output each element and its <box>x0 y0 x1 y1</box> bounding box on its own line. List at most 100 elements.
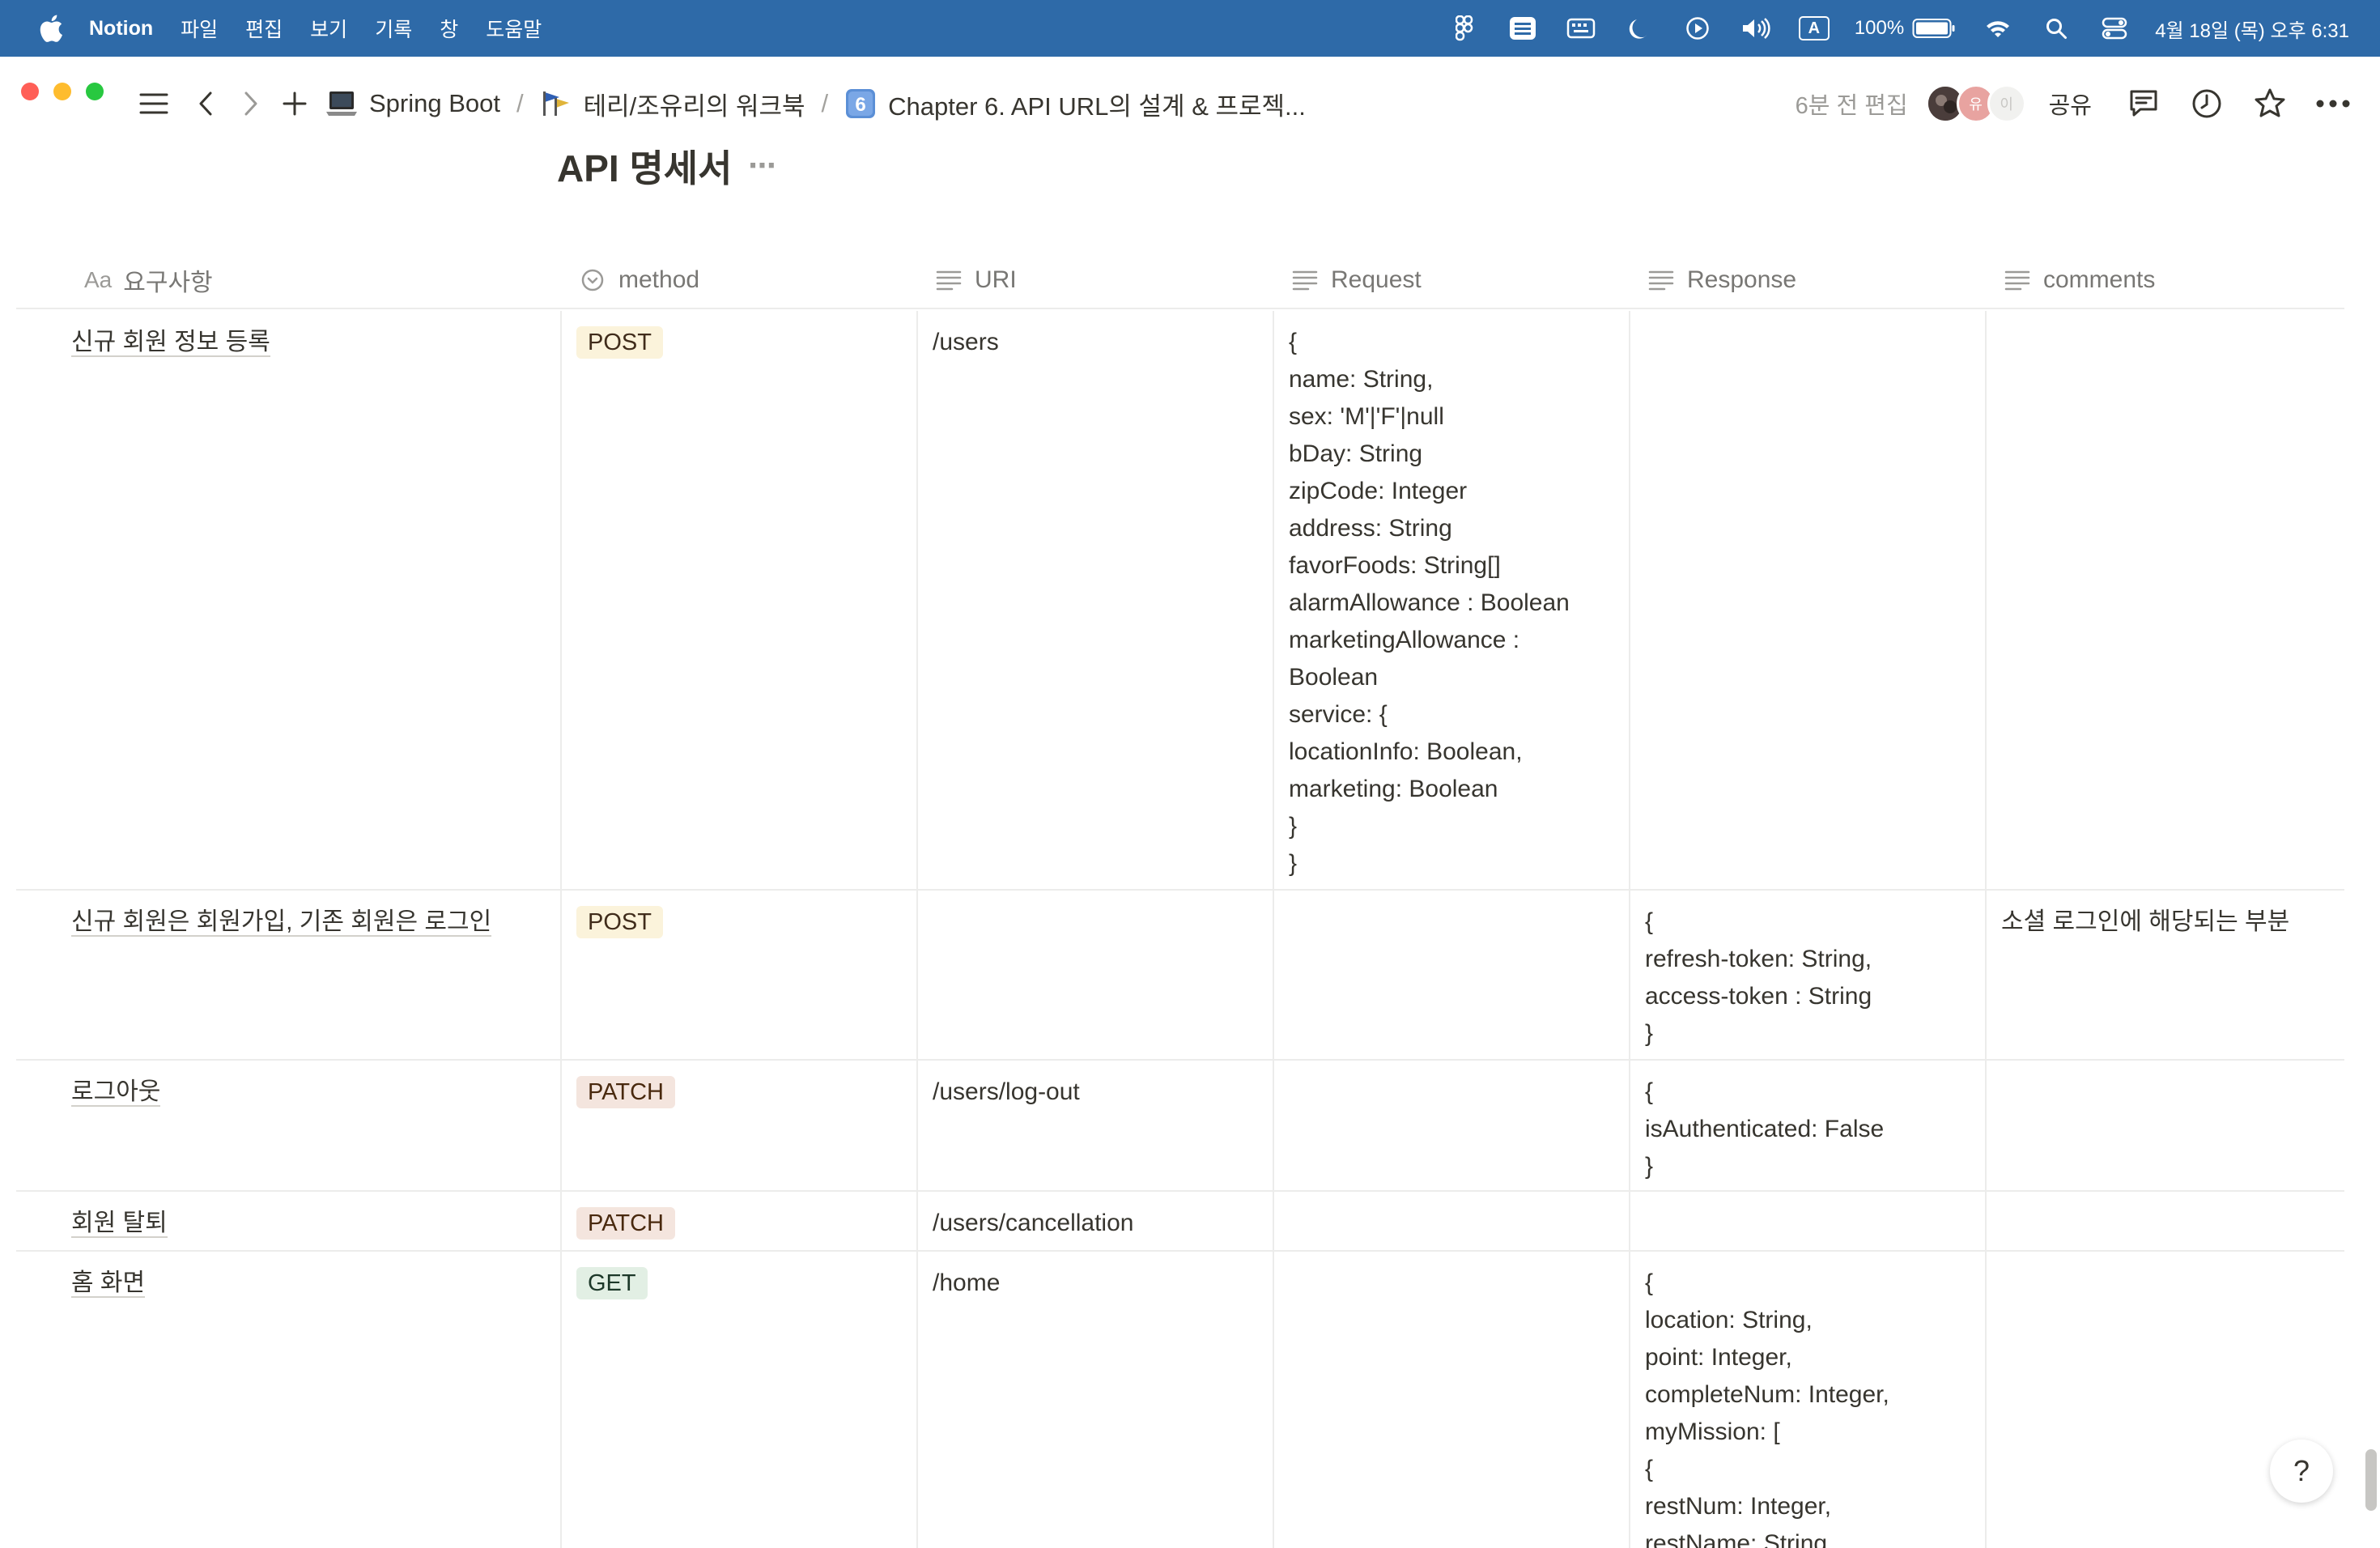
menu-edit[interactable]: 편집 <box>245 14 283 43</box>
cell-request[interactable] <box>1274 891 1630 1059</box>
row-title: 홈 화면 <box>71 1269 146 1298</box>
cell-comments[interactable]: 소셜 로그인에 해당되는 부분 <box>1987 891 2344 1059</box>
menu-view[interactable]: 보기 <box>310 14 347 43</box>
breadcrumb-item-chapter6[interactable]: 6 Chapter 6. API URL의 설계 & 프로젝... <box>844 86 1306 122</box>
breadcrumb-separator: / <box>821 89 829 117</box>
battery-icon[interactable] <box>1912 12 1956 45</box>
cell-response[interactable]: { isAuthenticated: False } <box>1630 1061 1987 1190</box>
last-edited-text[interactable]: 6분 전 편집 <box>1796 87 1908 121</box>
play-icon[interactable] <box>1681 12 1714 45</box>
column-header-requirement[interactable]: Aa 요구사항 <box>16 251 562 309</box>
cell-uri[interactable]: /users/log-out <box>918 1061 1274 1190</box>
column-header-request[interactable]: Request <box>1274 251 1630 309</box>
moon-icon[interactable] <box>1623 12 1655 45</box>
column-label: method <box>618 266 700 293</box>
request-line: bDay: String <box>1289 440 1423 467</box>
database-more-icon[interactable]: ⋯ <box>748 150 776 182</box>
cell-uri[interactable]: /home <box>918 1252 1274 1548</box>
help-button[interactable]: ? <box>2270 1440 2333 1503</box>
cell-method[interactable]: GET <box>562 1252 918 1548</box>
more-options-icon[interactable] <box>2314 84 2352 123</box>
text-property-icon <box>1647 266 1676 295</box>
method-tag: POST <box>576 906 663 938</box>
cell-request[interactable] <box>1274 1192 1630 1250</box>
request-line: zipCode: Integer <box>1289 478 1468 504</box>
forward-arrow-icon[interactable] <box>232 84 270 123</box>
figma-icon[interactable] <box>1448 12 1481 45</box>
menu-history[interactable]: 기록 <box>375 14 412 43</box>
breadcrumb-item-spring-boot[interactable]: Spring Boot <box>325 87 500 120</box>
response-line: access-token : String <box>1645 983 1872 1010</box>
cell-method[interactable]: POST <box>562 311 918 889</box>
cell-requirement[interactable]: 신규 회원은 회원가입, 기존 회원은 로그인 <box>16 891 562 1059</box>
table-row[interactable]: 신규 회원은 회원가입, 기존 회원은 로그인 POST { refresh-t… <box>16 891 2344 1061</box>
cell-response[interactable]: { refresh-token: String, access-token : … <box>1630 891 1987 1059</box>
control-center-icon[interactable] <box>2098 12 2131 45</box>
cell-response[interactable] <box>1630 311 1987 889</box>
table-row[interactable]: 신규 회원 정보 등록 POST /users { name: String, … <box>16 311 2344 891</box>
comment-icon[interactable] <box>2124 84 2163 123</box>
cell-uri[interactable]: /users <box>918 311 1274 889</box>
method-tag: PATCH <box>576 1207 675 1240</box>
title-property-icon: Aa <box>84 267 113 292</box>
cell-uri[interactable]: /users/cancellation <box>918 1192 1274 1250</box>
cell-method[interactable]: PATCH <box>562 1061 918 1190</box>
table-row[interactable]: 회원 탈퇴 PATCH /users/cancellation <box>16 1192 2344 1252</box>
menu-app-name[interactable]: Notion <box>89 17 153 40</box>
database-title-text: API 명세서 <box>557 147 733 189</box>
cell-comments[interactable] <box>1987 1252 2344 1548</box>
wifi-icon[interactable] <box>1982 12 2014 45</box>
cell-response[interactable] <box>1630 1192 1987 1250</box>
database-title[interactable]: API 명세서 ⋯ <box>557 139 776 193</box>
column-header-uri[interactable]: URI <box>918 251 1274 309</box>
volume-icon[interactable] <box>1740 12 1772 45</box>
cell-requirement[interactable]: 로그아웃 <box>16 1061 562 1190</box>
breadcrumb-item-workbook[interactable]: 테리/조유리의 워크북 <box>540 86 805 122</box>
list-app-icon[interactable] <box>1507 12 1539 45</box>
cell-response[interactable]: { location: String, point: Integer, comp… <box>1630 1252 1987 1548</box>
column-header-comments[interactable]: comments <box>1987 251 2344 309</box>
cell-uri[interactable] <box>918 891 1274 1059</box>
cell-comments[interactable] <box>1987 1061 2344 1190</box>
column-header-response[interactable]: Response <box>1630 251 1987 309</box>
cell-method[interactable]: POST <box>562 891 918 1059</box>
close-window-button[interactable] <box>21 83 39 100</box>
apple-icon[interactable] <box>31 0 71 57</box>
cell-requirement[interactable]: 홈 화면 <box>16 1252 562 1548</box>
cell-request[interactable]: { name: String, sex: 'M'|'F'|null bDay: … <box>1274 311 1630 889</box>
cell-request[interactable] <box>1274 1252 1630 1548</box>
cell-request[interactable] <box>1274 1061 1630 1190</box>
column-header-method[interactable]: method <box>562 251 918 309</box>
battery-percent: 100% <box>1854 17 1905 39</box>
svg-text:6: 6 <box>855 94 865 116</box>
response-line: location: String, <box>1645 1307 1813 1333</box>
history-clock-icon[interactable] <box>2187 84 2226 123</box>
minimize-window-button[interactable] <box>53 83 71 100</box>
row-title: 로그아웃 <box>71 1078 161 1107</box>
favorite-star-icon[interactable] <box>2250 84 2289 123</box>
share-button[interactable]: 공유 <box>2049 87 2092 121</box>
cell-requirement[interactable]: 신규 회원 정보 등록 <box>16 311 562 889</box>
zoom-window-button[interactable] <box>86 83 104 100</box>
input-source-icon[interactable]: A <box>1798 12 1830 45</box>
new-tab-plus-icon[interactable] <box>275 84 314 123</box>
back-arrow-icon[interactable] <box>186 84 225 123</box>
menu-file[interactable]: 파일 <box>181 14 218 43</box>
sidebar-toggle-icon[interactable] <box>134 84 173 123</box>
table-row[interactable]: 홈 화면 GET /home { location: String, point… <box>16 1252 2344 1548</box>
scrollbar-thumb[interactable] <box>2365 1449 2377 1511</box>
avatar-group[interactable]: 유 이 <box>1925 81 2026 126</box>
menu-window[interactable]: 창 <box>440 14 458 43</box>
menu-help[interactable]: 도움말 <box>486 14 542 43</box>
table-row[interactable]: 로그아웃 PATCH /users/log-out { isAuthentica… <box>16 1061 2344 1192</box>
keyboard-icon[interactable] <box>1565 12 1597 45</box>
cell-requirement[interactable]: 회원 탈퇴 <box>16 1192 562 1250</box>
menubar-clock[interactable]: 4월 18일 (목) 오후 6:31 <box>2155 15 2349 43</box>
request-line: Boolean <box>1289 664 1379 691</box>
vertical-scrollbar[interactable] <box>2361 146 2380 1548</box>
spotlight-search-icon[interactable] <box>2040 12 2072 45</box>
cell-comments[interactable] <box>1987 1192 2344 1250</box>
cell-method[interactable]: PATCH <box>562 1192 918 1250</box>
cell-comments[interactable] <box>1987 311 2344 889</box>
row-title: 신규 회원 정보 등록 <box>71 329 270 357</box>
